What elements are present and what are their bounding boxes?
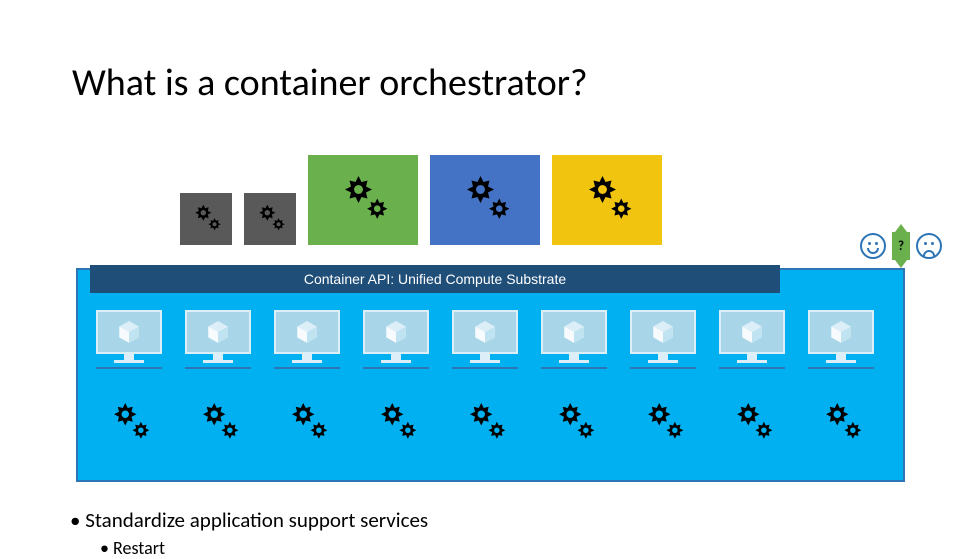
node-monitors-row — [92, 310, 878, 372]
gears-icon — [252, 201, 288, 237]
bullet-sub: • Restart — [100, 537, 165, 559]
node-monitor — [359, 310, 433, 372]
gears-icon — [455, 170, 515, 230]
big-container-tile-green — [308, 155, 418, 245]
big-container-tile-yellow — [552, 155, 662, 245]
node-monitor — [715, 310, 789, 372]
gears-icon — [460, 398, 510, 448]
node-gears — [537, 392, 611, 454]
sad-face-icon — [916, 233, 942, 259]
gears-icon — [816, 398, 866, 448]
cube-icon — [561, 319, 587, 345]
gears-icon — [727, 398, 777, 448]
gears-icon — [333, 170, 393, 230]
node-gears-row — [92, 392, 878, 454]
big-container-tile-blue — [430, 155, 540, 245]
node-gears — [359, 392, 433, 454]
node-monitor — [181, 310, 255, 372]
api-bar: Container API: Unified Compute Substrate — [90, 265, 780, 293]
question-arrow: ? — [892, 232, 910, 260]
node-gears — [270, 392, 344, 454]
node-gears — [626, 392, 700, 454]
gears-icon — [188, 201, 224, 237]
gears-icon — [638, 398, 688, 448]
cube-icon — [294, 319, 320, 345]
node-monitor — [626, 310, 700, 372]
bullet-main: • Standardize application support servic… — [70, 505, 428, 537]
gears-icon — [282, 398, 332, 448]
cube-icon — [739, 319, 765, 345]
status-faces: ? — [860, 232, 942, 260]
cube-icon — [472, 319, 498, 345]
happy-face-icon — [860, 233, 886, 259]
node-monitor — [270, 310, 344, 372]
small-container-tile — [244, 193, 296, 245]
gears-icon — [549, 398, 599, 448]
cube-icon — [116, 319, 142, 345]
node-monitor — [804, 310, 878, 372]
node-gears — [804, 392, 878, 454]
slide-root: What is a container orchestrator? ? Cont… — [0, 0, 979, 551]
node-gears — [715, 392, 789, 454]
cube-icon — [650, 319, 676, 345]
node-gears — [181, 392, 255, 454]
gears-icon — [104, 398, 154, 448]
gears-icon — [577, 170, 637, 230]
node-monitor — [92, 310, 166, 372]
top-tiles-row — [180, 155, 662, 245]
cube-icon — [383, 319, 409, 345]
cube-icon — [828, 319, 854, 345]
node-monitor — [537, 310, 611, 372]
cube-icon — [205, 319, 231, 345]
gears-icon — [371, 398, 421, 448]
slide-title: What is a container orchestrator? — [72, 60, 588, 106]
gears-icon — [193, 398, 243, 448]
node-gears — [448, 392, 522, 454]
small-container-tile — [180, 193, 232, 245]
node-gears — [92, 392, 166, 454]
node-monitor — [448, 310, 522, 372]
